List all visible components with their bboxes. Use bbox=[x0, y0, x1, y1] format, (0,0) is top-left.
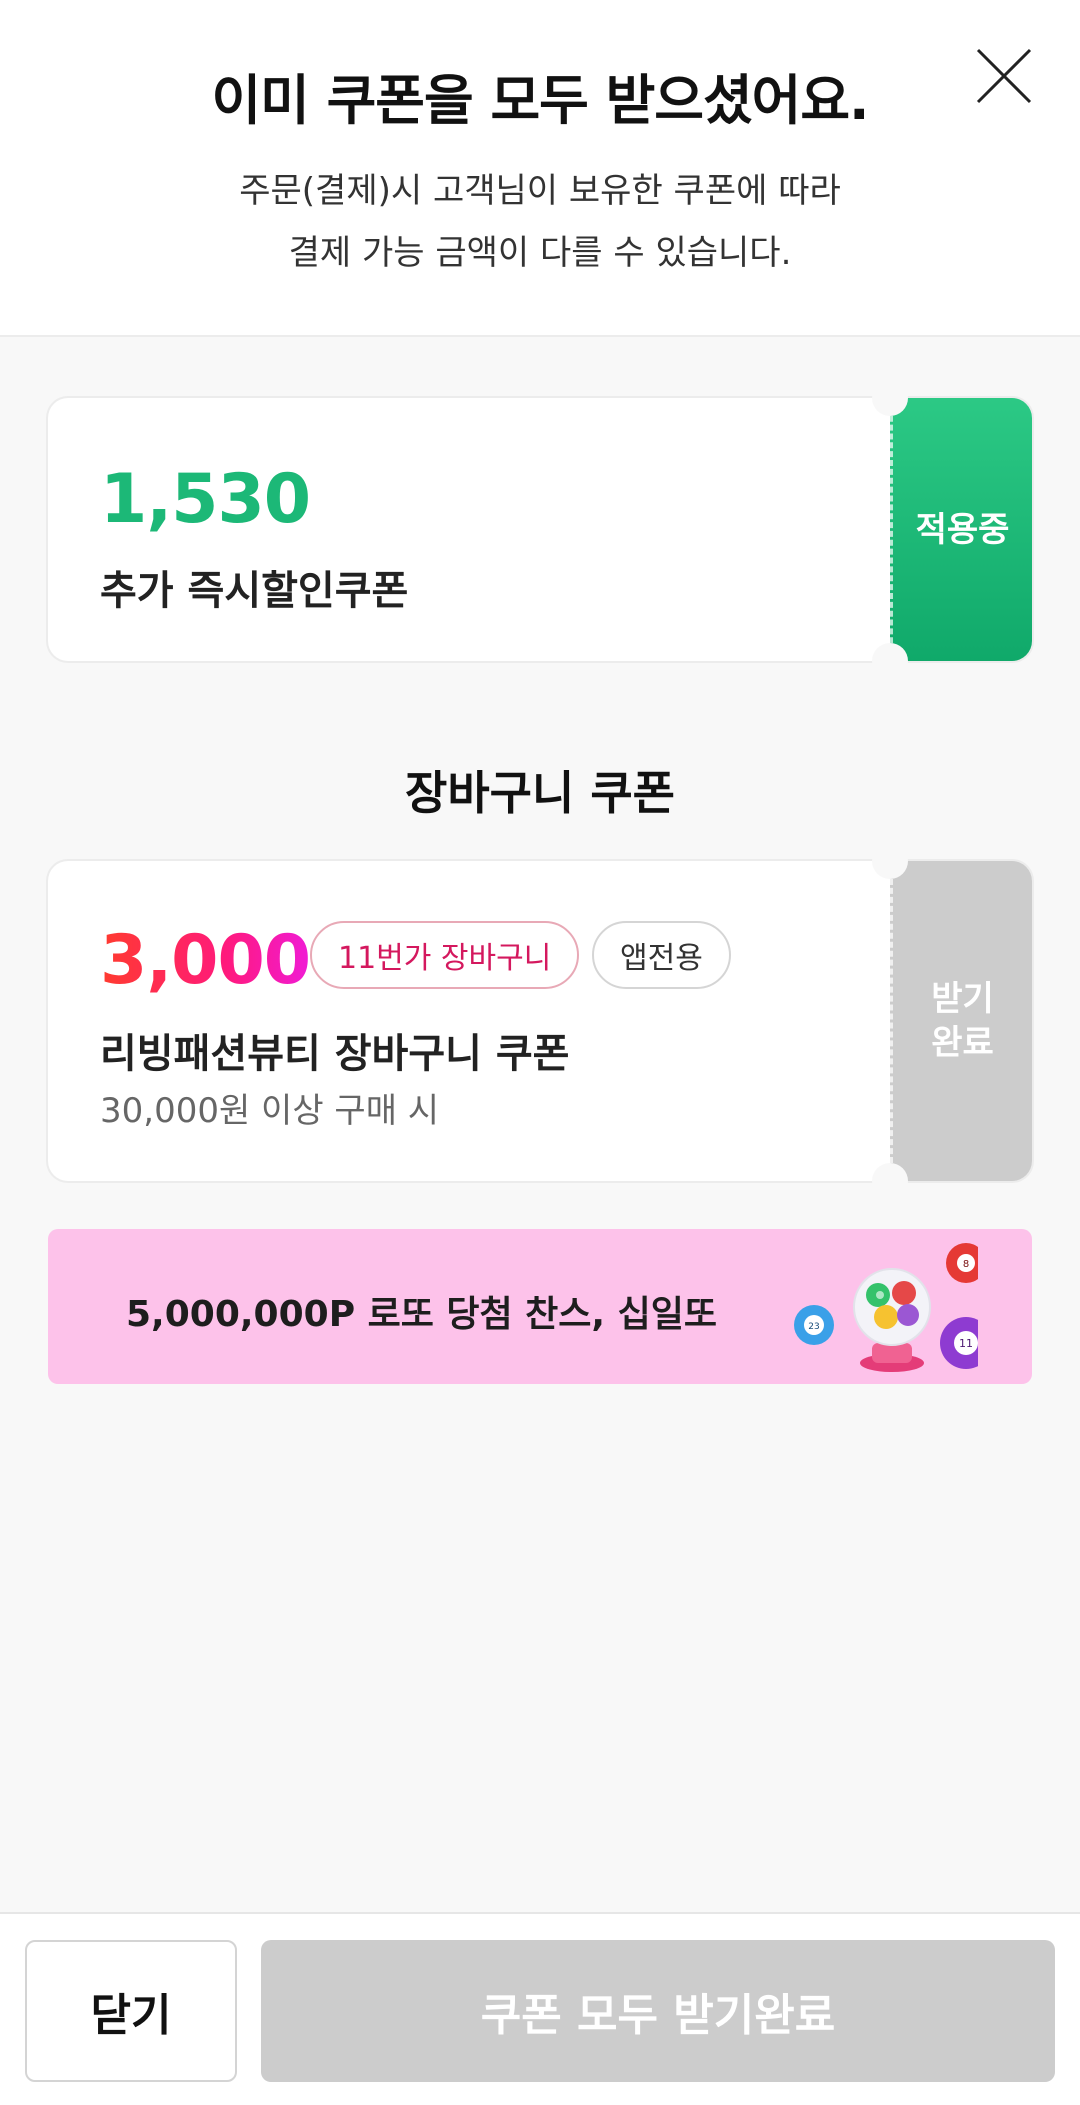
applied-status-label: 적용중 bbox=[915, 509, 1010, 550]
applied-status-badge: 적용중 bbox=[890, 398, 1032, 661]
page-subtitle: 주문(결제)시 고객님이 보유한 쿠폰에 따라 결제 가능 금액이 다를 수 있… bbox=[0, 160, 1080, 284]
cart-coupon-amount: 3,000 bbox=[100, 921, 311, 1000]
applied-coupon-card: 1,530 추가 즉시할인쿠폰 적용중 bbox=[48, 380, 1032, 679]
cart-coupon-card: 3,000 11번가 장바구니 앱전용 리빙패션뷰티 장바구니 쿠폰 30,00… bbox=[48, 843, 1032, 1199]
coupon-sheet: 이미 쿠폰을 모두 받으셨어요. 주문(결제)시 고객님이 보유한 쿠폰에 따라… bbox=[0, 0, 1080, 2105]
receive-all-coupons-button[interactable]: 쿠폰 모두 받기완료 bbox=[261, 1940, 1055, 2082]
lotto-machine-icon: 23 8 11 bbox=[794, 1243, 978, 1372]
close-button[interactable]: 닫기 bbox=[25, 1940, 237, 2082]
ball-label: 11 bbox=[959, 1337, 973, 1350]
received-status-line-1: 받기 bbox=[931, 979, 994, 1019]
lotto-promo-banner[interactable]: 5,000,000P 로또 당첨 찬스, 십일또 23 8 11 bbox=[48, 1229, 1032, 1384]
ticket-notch bbox=[872, 380, 908, 416]
ticket-notch bbox=[872, 643, 908, 679]
subtitle-line-1: 주문(결제)시 고객님이 보유한 쿠폰에 따라 bbox=[239, 171, 841, 211]
sheet-header: 이미 쿠폰을 모두 받으셨어요. 주문(결제)시 고객님이 보유한 쿠폰에 따라… bbox=[0, 0, 1080, 337]
ticket-notch bbox=[872, 843, 908, 879]
received-status-line-2: 완료 bbox=[931, 1023, 994, 1063]
close-icon[interactable] bbox=[968, 40, 1040, 112]
ball-label: 8 bbox=[963, 1259, 969, 1270]
received-status-badge: 받기 완료 bbox=[890, 861, 1032, 1181]
cart-coupon-tag: 11번가 장바구니 bbox=[310, 921, 580, 989]
cart-coupon-name: 리빙패션뷰티 장바구니 쿠폰 bbox=[100, 1031, 570, 1077]
ticket-notch bbox=[872, 1163, 908, 1199]
sheet-footer: 닫기 쿠폰 모두 받기완료 bbox=[0, 1912, 1080, 2105]
applied-coupon-name: 추가 즉시할인쿠폰 bbox=[100, 568, 409, 614]
cart-coupon-section-title: 장바구니 쿠폰 bbox=[405, 766, 675, 820]
applied-coupon-amount: 1,530 bbox=[100, 460, 311, 539]
cart-coupon-condition: 30,000원 이상 구매 시 bbox=[100, 1091, 440, 1131]
app-only-tag: 앱전용 bbox=[592, 921, 731, 989]
subtitle-line-2: 결제 가능 금액이 다를 수 있습니다. bbox=[288, 233, 792, 273]
banner-text: 5,000,000P 로또 당첨 찬스, 십일또 bbox=[126, 1294, 717, 1335]
coupon-list: 1,530 추가 즉시할인쿠폰 적용중 장바구니 쿠폰 3,000 11번가 장… bbox=[0, 337, 1080, 1912]
page-title: 이미 쿠폰을 모두 받으셨어요. bbox=[211, 69, 869, 132]
ball-label: 23 bbox=[808, 1322, 819, 1332]
